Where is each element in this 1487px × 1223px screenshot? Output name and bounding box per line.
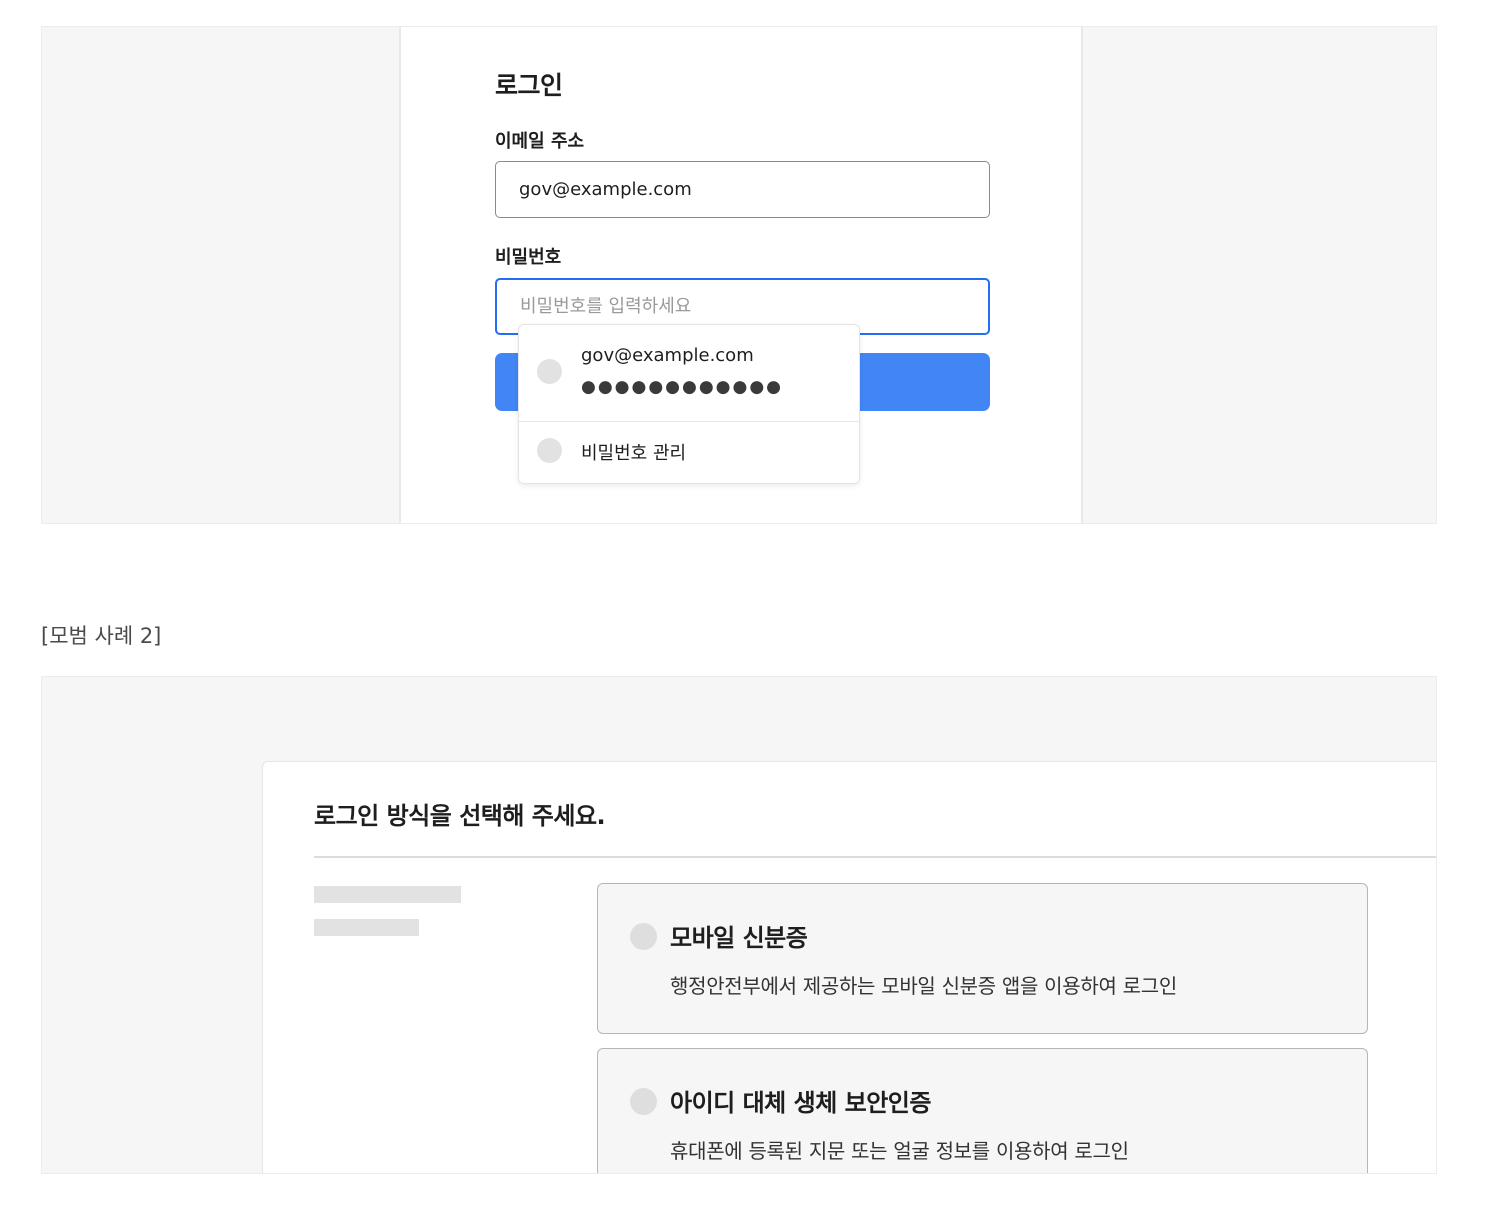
- radio-button[interactable]: [630, 1088, 657, 1115]
- option-biometric[interactable]: 아이디 대체 생체 보안인증 휴대폰에 등록된 지문 또는 얼굴 정보를 이용하…: [597, 1048, 1368, 1173]
- option-title: 모바일 신분증: [670, 924, 808, 952]
- manage-icon: [537, 438, 562, 463]
- option-mobile-id[interactable]: 모바일 신분증 행정안전부에서 제공하는 모바일 신분증 앱을 이용하여 로그인: [597, 883, 1368, 1034]
- skeleton-line: [314, 919, 419, 936]
- manage-passwords-item[interactable]: 비밀번호 관리: [519, 421, 859, 483]
- login-method-title: 로그인 방식을 선택해 주세요.: [314, 802, 606, 830]
- autofill-email: gov@example.com: [581, 345, 754, 366]
- option-title: 아이디 대체 생체 보안인증: [670, 1089, 931, 1117]
- autofill-password-mask: ●●●●●●●●●●●●: [581, 377, 784, 397]
- radio-button[interactable]: [630, 923, 657, 950]
- email-field[interactable]: [495, 161, 990, 218]
- login-title: 로그인: [495, 71, 563, 100]
- key-icon: [537, 359, 562, 384]
- skeleton-line: [314, 886, 461, 903]
- autofill-dropdown: gov@example.com ●●●●●●●●●●●● 비밀번호 관리: [518, 324, 860, 484]
- login-method-panel: 로그인 방식을 선택해 주세요. 모바일 신분증 행정안전부에서 제공하는 모바…: [262, 761, 1436, 1173]
- divider: [314, 856, 1436, 858]
- autofill-account-item[interactable]: gov@example.com ●●●●●●●●●●●●: [519, 325, 859, 422]
- login-card: 로그인 이메일 주소 비밀번호 gov@example.com ●●●●●●●●…: [399, 27, 1083, 523]
- password-label: 비밀번호: [495, 247, 562, 268]
- example-caption: [모범 사례 2]: [41, 624, 162, 648]
- option-description: 휴대폰에 등록된 지문 또는 얼굴 정보를 이용하여 로그인: [670, 1139, 1129, 1163]
- manage-passwords-label: 비밀번호 관리: [581, 443, 687, 464]
- example-frame-2: 로그인 방식을 선택해 주세요. 모바일 신분증 행정안전부에서 제공하는 모바…: [41, 676, 1437, 1174]
- example-frame-1: 로그인 이메일 주소 비밀번호 gov@example.com ●●●●●●●●…: [41, 26, 1437, 524]
- option-description: 행정안전부에서 제공하는 모바일 신분증 앱을 이용하여 로그인: [670, 974, 1177, 998]
- email-label: 이메일 주소: [495, 131, 585, 152]
